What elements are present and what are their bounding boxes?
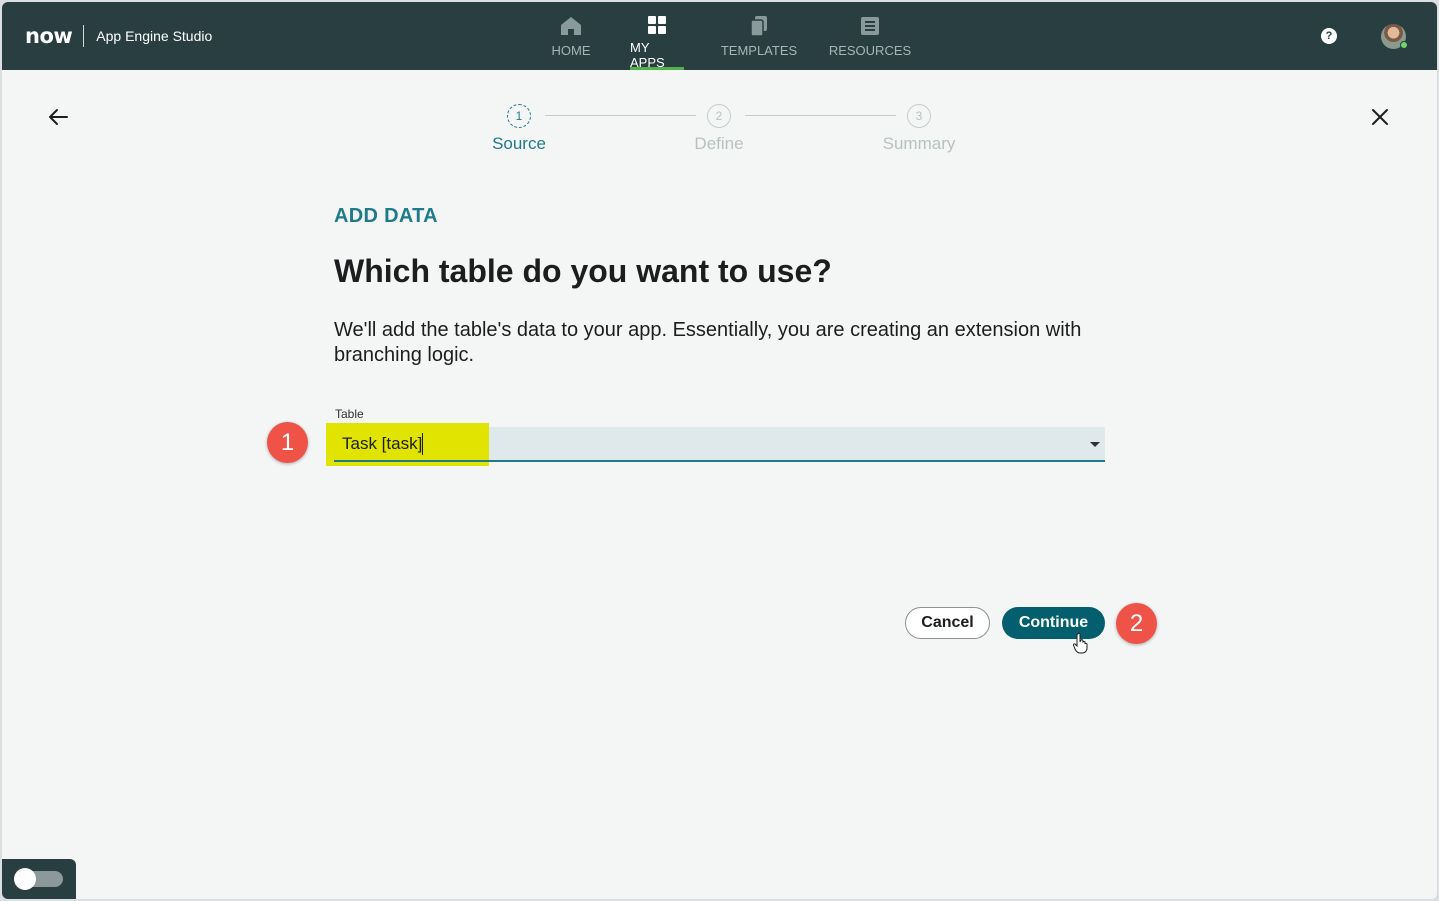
theme-toggle-container [2, 859, 76, 899]
now-logo: now [25, 24, 73, 48]
nav-label-my-apps: MY APPS [630, 40, 665, 70]
step-source[interactable]: 1 Source [459, 104, 579, 154]
nav-label-home: HOME [551, 43, 591, 58]
nav-item-home[interactable]: HOME [542, 2, 600, 70]
logo[interactable]: now App Engine Studio [25, 24, 212, 48]
step-summary: 3 Summary [859, 104, 979, 154]
help-icon[interactable]: ? [1321, 28, 1337, 44]
app-window: now App Engine Studio HOME MY APPS TEMPL… [2, 2, 1437, 899]
hand-cursor-icon [1072, 632, 1090, 654]
step-badge-2: 2 [1116, 603, 1157, 644]
page-description: We'll add the table's data to your app. … [334, 319, 1082, 366]
nav-item-my-apps[interactable]: MY APPS [630, 2, 684, 70]
table-field-label: Table [335, 407, 364, 421]
toggle-knob[interactable] [14, 868, 36, 890]
step-number: 1 [507, 104, 531, 128]
step-number: 3 [907, 104, 931, 128]
logo-divider [83, 25, 85, 47]
main-nav: HOME MY APPS TEMPLATES RESOURCES [542, 2, 911, 70]
cancel-button[interactable]: Cancel [905, 607, 990, 639]
step-label: Define [694, 134, 744, 153]
nav-item-templates[interactable]: TEMPLATES [720, 2, 798, 70]
chevron-down-icon[interactable] [1090, 442, 1100, 447]
copy-icon [747, 14, 771, 38]
table-select-value[interactable]: Task [task] [342, 434, 422, 454]
step-number: 2 [707, 104, 731, 128]
section-eyebrow: ADD DATA [334, 205, 438, 227]
step-badge-1: 1 [267, 422, 308, 463]
presence-indicator [1400, 41, 1408, 49]
grid-icon [645, 14, 669, 35]
text-cursor [422, 433, 423, 455]
book-icon [858, 14, 882, 38]
app-name: App Engine Studio [96, 28, 213, 44]
close-icon[interactable] [1368, 105, 1392, 129]
step-label: Source [492, 134, 546, 153]
field-underline [334, 460, 489, 462]
step-define: 2 Define [659, 104, 779, 154]
nav-label-resources: RESOURCES [828, 43, 912, 58]
back-arrow-icon[interactable] [46, 105, 70, 129]
step-label: Summary [882, 134, 956, 153]
page-title: Which table do you want to use? [334, 253, 832, 289]
top-navigation-bar: now App Engine Studio HOME MY APPS TEMPL… [2, 2, 1437, 70]
nav-label-templates: TEMPLATES [720, 43, 798, 58]
nav-item-resources[interactable]: RESOURCES [829, 2, 911, 70]
home-icon [559, 14, 583, 38]
